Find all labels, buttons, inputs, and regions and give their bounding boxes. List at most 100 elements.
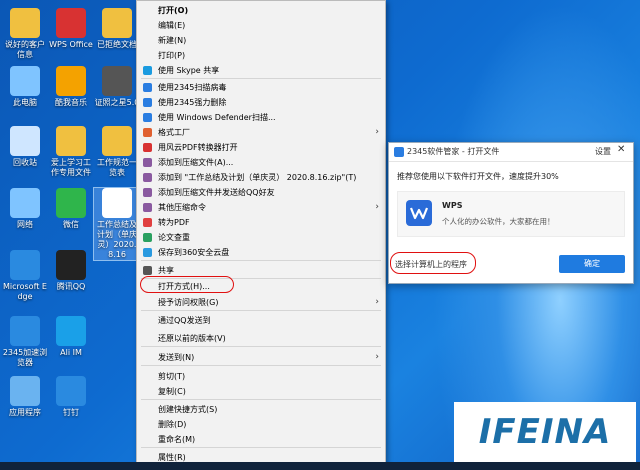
menu-item[interactable]: 新建(N) xyxy=(137,33,385,48)
desktop-icon-image xyxy=(102,188,132,218)
desktop-icon-label: 说好的客户信息 xyxy=(5,40,45,59)
menu-item[interactable]: 添加到压缩文件(A)... xyxy=(137,155,385,170)
menu-item-label: 删除(D) xyxy=(158,420,187,429)
app-logo-icon xyxy=(394,147,404,157)
desktop-icon[interactable]: 回收站 xyxy=(2,126,48,168)
settings-button[interactable]: 设置 xyxy=(595,146,611,157)
menu-item-label: 重命名(M) xyxy=(158,435,196,444)
desktop-icon-image xyxy=(102,126,132,156)
menu-item[interactable]: 剪切(T) xyxy=(137,369,385,384)
close-icon[interactable]: ✕ xyxy=(617,144,625,155)
menu-separator xyxy=(141,78,381,79)
menu-item[interactable]: 保存到360安全云盘 xyxy=(137,245,385,260)
desktop-icon[interactable]: 已拒绝文档 xyxy=(94,8,140,50)
taskbar xyxy=(0,462,640,470)
desktop-icon[interactable]: Microsoft Edge xyxy=(2,250,48,302)
menu-item-label: 添加到压缩文件(A)... xyxy=(158,158,234,167)
desktop-icon-image xyxy=(102,66,132,96)
recommended-app-card[interactable]: WPS 个人化的办公软件，大家都在用！ xyxy=(397,191,625,237)
desktop-icon[interactable]: 工作总结及计划（单庆灵）2020.8.16 xyxy=(93,187,141,261)
defender-icon xyxy=(143,113,152,122)
desktop-icon[interactable]: 酷我音乐 xyxy=(48,66,94,108)
menu-separator xyxy=(141,310,381,311)
menu-item[interactable]: 还原以前的版本(V) xyxy=(137,331,385,346)
menu-item[interactable]: 添加到 "工作总结及计划（单庆灵） 2020.8.16.zip"(T) xyxy=(137,170,385,185)
context-menu: 打开(O) 编辑(E) 新建(N) 打印(P) 使用 Skype 共享使用2345扫描病… xyxy=(136,0,386,468)
desktop-icon-image xyxy=(56,66,86,96)
desktop-icon[interactable]: 钉钉 xyxy=(48,376,94,418)
menu-item[interactable]: 其他压缩命令 › xyxy=(137,200,385,215)
desktop-icon[interactable]: 证照之星5.0 xyxy=(94,66,140,108)
archive-icon xyxy=(143,188,152,197)
desktop-icon[interactable]: WPS Office xyxy=(48,8,94,50)
desktop-icon-label: 微信 xyxy=(63,220,79,229)
desktop-icon[interactable]: 腾讯QQ xyxy=(48,250,94,292)
menu-item[interactable]: 使用2345强力删除 xyxy=(137,95,385,110)
desktop-icon-label: 证照之星5.0 xyxy=(94,98,140,107)
menu-item[interactable]: 添加到压缩文件并发送给QQ好友 xyxy=(137,185,385,200)
desktop-icon-image xyxy=(10,66,40,96)
desktop-icon-label: WPS Office xyxy=(49,40,93,49)
desktop-icon-label: 工作规范一览表 xyxy=(97,158,137,177)
desktop-icon[interactable]: 爱上学习工作专用文件 xyxy=(48,126,94,178)
desktop-icon-label: 工作总结及计划（单庆灵）2020.8.16 xyxy=(97,220,137,259)
desktop-icon-label: 酷我音乐 xyxy=(55,98,87,107)
menu-item[interactable]: 通过QQ发送到 xyxy=(137,313,385,328)
menu-item-label: 转为PDF xyxy=(158,218,190,227)
app-description: 个人化的办公软件，大家都在用！ xyxy=(442,217,555,226)
menu-item[interactable]: 使用 Windows Defender扫描... xyxy=(137,110,385,125)
desktop-icon[interactable]: 说好的客户信息 xyxy=(2,8,48,60)
menu-separator xyxy=(141,260,381,261)
desktop-icon-label: 2345加速浏览器 xyxy=(2,348,48,367)
menu-item[interactable]: 格式工厂 › xyxy=(137,125,385,140)
desktop-icon-label: 腾讯QQ xyxy=(56,282,86,291)
desktop-icon-image xyxy=(56,376,86,406)
watermark: IFEINA xyxy=(454,402,636,462)
shield-icon xyxy=(143,98,152,107)
desktop-icon-image xyxy=(56,8,86,38)
skype-icon xyxy=(143,66,152,75)
menu-item[interactable]: 使用2345扫描病毒 xyxy=(137,80,385,95)
desktop-icon-image xyxy=(10,188,40,218)
dialog-titlebar: 2345软件管家 - 打开文件 设置 ✕ xyxy=(389,143,633,162)
menu-item[interactable]: 创建快捷方式(S) xyxy=(137,402,385,417)
menu-item[interactable]: 打开(O) xyxy=(137,3,385,18)
menu-item-label: 使用2345扫描病毒 xyxy=(158,83,227,92)
dialog-message: 推荐您使用以下软件打开文件，速度提升30% xyxy=(397,172,559,181)
menu-item-label: 使用 Windows Defender扫描... xyxy=(158,113,276,122)
menu-item-label: 还原以前的版本(V) xyxy=(158,334,226,343)
menu-separator xyxy=(141,346,381,347)
menu-item-label: 编辑(E) xyxy=(158,21,186,30)
menu-item-label: 其他压缩命令 xyxy=(158,203,206,212)
desktop-icon-image xyxy=(56,188,86,218)
menu-item[interactable]: 用风云PDF转换器打开 xyxy=(137,140,385,155)
menu-item-label: 复制(C) xyxy=(158,387,186,396)
desktop-icon[interactable]: Ali IM xyxy=(48,316,94,358)
desktop-icon[interactable]: 工作规范一览表 xyxy=(94,126,140,178)
menu-item[interactable]: 重命名(M) xyxy=(137,432,385,447)
desktop-icon[interactable]: 应用程序 xyxy=(2,376,48,418)
desktop-icon[interactable]: 微信 xyxy=(48,188,94,230)
menu-item[interactable]: 编辑(E) xyxy=(137,18,385,33)
menu-item[interactable]: 使用 Skype 共享 xyxy=(137,63,385,78)
desktop-icon-label: 网络 xyxy=(17,220,33,229)
desktop-icon-image xyxy=(10,8,40,38)
desktop-icon-image xyxy=(102,8,132,38)
chevron-right-icon: › xyxy=(375,297,379,307)
ok-button[interactable]: 确定 xyxy=(559,255,625,273)
desktop-icon-image xyxy=(56,250,86,280)
menu-item[interactable]: 删除(D) xyxy=(137,417,385,432)
menu-item[interactable]: 打印(P) xyxy=(137,48,385,63)
desktop-icon[interactable]: 此电脑 xyxy=(2,66,48,108)
menu-item[interactable]: 转为PDF xyxy=(137,215,385,230)
desktop-icon[interactable]: 2345加速浏览器 xyxy=(2,316,48,368)
desktop-icon[interactable]: 网络 xyxy=(2,188,48,230)
menu-item-label: 论文查重 xyxy=(158,233,190,242)
menu-item[interactable]: 发送到(N) › xyxy=(137,350,385,365)
menu-item[interactable]: 授予访问权限(G) › xyxy=(137,295,385,310)
wps-icon xyxy=(406,200,432,226)
menu-item-label: 格式工厂 xyxy=(158,128,190,137)
menu-item[interactable]: 复制(C) xyxy=(137,384,385,399)
menu-item[interactable]: 论文查重 xyxy=(137,230,385,245)
menu-item-label: 通过QQ发送到 xyxy=(158,316,211,325)
